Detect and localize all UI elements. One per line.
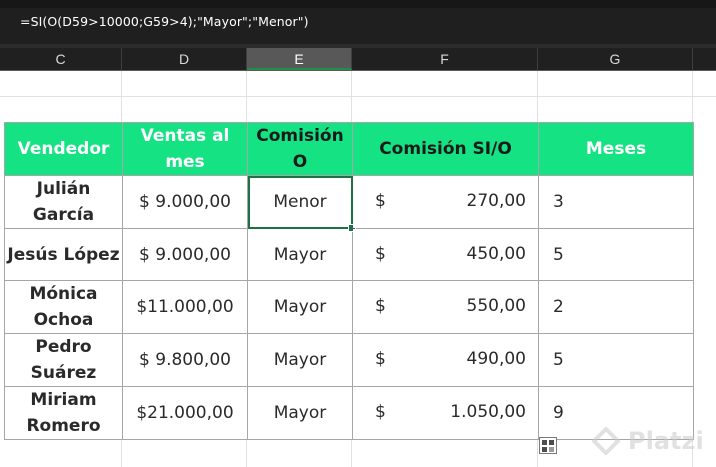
- icon-square: [549, 447, 554, 452]
- cell-ventas[interactable]: $ 9.000,00: [122, 228, 248, 281]
- header-vendedor[interactable]: Vendedor: [4, 122, 123, 176]
- cell-meses[interactable]: 2: [538, 280, 694, 334]
- paste-options-icon[interactable]: [539, 437, 557, 454]
- cell-comision-si-o[interactable]: $550,00: [352, 280, 539, 334]
- cell-vendedor[interactable]: Jesús López: [4, 228, 123, 281]
- table-row: Julián García $ 9.000,00 Menor $270,00 3: [4, 175, 694, 232]
- icon-square: [542, 447, 547, 452]
- cell-comision-amount: 270,00: [466, 191, 526, 211]
- column-header-f[interactable]: F: [352, 48, 538, 70]
- header-meses[interactable]: Meses: [538, 122, 694, 176]
- table-row: Jesús López $ 9.000,00 Mayor $450,00 5: [4, 228, 694, 281]
- cell-comision-amount: 550,00: [466, 296, 526, 316]
- table-row: Mónica Ochoa $11.000,00 Mayor $550,00 2: [4, 280, 694, 334]
- cell-comision-si-o[interactable]: $1.050,00: [352, 386, 539, 440]
- cell-meses[interactable]: 3: [538, 175, 694, 229]
- cell-ventas[interactable]: $ 9.000,00: [122, 175, 248, 229]
- cell-comision-o-selected[interactable]: Menor: [247, 175, 356, 232]
- cell-comision-amount: 450,00: [466, 244, 526, 264]
- cell-meses[interactable]: 5: [538, 333, 694, 387]
- column-header-g[interactable]: G: [538, 48, 693, 70]
- gridline: [0, 96, 716, 97]
- currency-symbol: $: [375, 191, 386, 211]
- icon-square: [542, 440, 547, 445]
- cell-vendedor[interactable]: Miriam Romero: [4, 386, 123, 440]
- header-comision-o[interactable]: Comisión O: [247, 122, 353, 176]
- cell-comision-si-o[interactable]: $270,00: [352, 175, 539, 229]
- cell-ventas[interactable]: $21.000,00: [122, 386, 248, 440]
- watermark: Platzi: [592, 425, 712, 461]
- column-header-row: C D E F G: [0, 48, 716, 71]
- cell-comision-o[interactable]: Mayor: [247, 386, 353, 440]
- cell-ventas[interactable]: $11.000,00: [122, 280, 248, 334]
- icon-square: [549, 440, 554, 445]
- cell-comision-o[interactable]: Mayor: [247, 228, 353, 281]
- watermark-text: Platzi: [628, 427, 704, 455]
- header-ventas[interactable]: Ventas al mes: [122, 122, 248, 176]
- cell-comision-si-o[interactable]: $450,00: [352, 228, 539, 281]
- currency-symbol: $: [375, 244, 386, 264]
- platzi-logo-icon: [592, 427, 620, 455]
- cell-meses[interactable]: 5: [538, 228, 694, 281]
- formula-bar-top-strip: [0, 0, 716, 8]
- cell-comision-o-value: Menor: [273, 192, 327, 212]
- cell-vendedor[interactable]: Julián García: [4, 175, 123, 229]
- column-header-e[interactable]: E: [247, 48, 352, 70]
- column-header-c[interactable]: C: [0, 48, 122, 70]
- cell-comision-amount: 1.050,00: [450, 402, 526, 422]
- table-row: Pedro Suárez $ 9.800,00 Mayor $490,00 5: [4, 333, 694, 387]
- column-header-d[interactable]: D: [122, 48, 247, 70]
- table-row: Miriam Romero $21.000,00 Mayor $1.050,00…: [4, 386, 694, 440]
- currency-symbol: $: [375, 296, 386, 316]
- cell-comision-o[interactable]: Mayor: [247, 280, 353, 334]
- formula-input[interactable]: =SI(O(D59>10000;G59>4);"Mayor";"Menor"): [20, 14, 309, 29]
- cell-comision-amount: 490,00: [466, 349, 526, 369]
- cell-ventas[interactable]: $ 9.800,00: [122, 333, 248, 387]
- formula-bar: =SI(O(D59>10000;G59>4);"Mayor";"Menor"): [0, 0, 716, 44]
- cell-comision-si-o[interactable]: $490,00: [352, 333, 539, 387]
- cell-vendedor[interactable]: Mónica Ochoa: [4, 280, 123, 334]
- header-comision-si-o[interactable]: Comisión SI/O: [352, 122, 539, 176]
- currency-symbol: $: [375, 349, 386, 369]
- currency-symbol: $: [375, 402, 386, 422]
- cell-vendedor[interactable]: Pedro Suárez: [4, 333, 123, 387]
- cell-comision-o[interactable]: Mayor: [247, 333, 353, 387]
- table-header-row: Vendedor Ventas al mes Comisión O Comisi…: [4, 122, 694, 176]
- sales-table: Vendedor Ventas al mes Comisión O Comisi…: [4, 122, 694, 440]
